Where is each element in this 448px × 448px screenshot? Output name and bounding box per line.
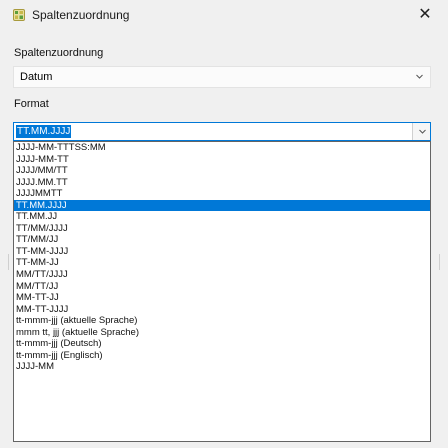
format-combobox-value[interactable]: TT.MM.JJJJ — [16, 125, 72, 138]
panel-edge-right — [439, 254, 440, 270]
column-select-value: Datum — [20, 71, 53, 83]
list-item[interactable]: JJJJMMTT — [14, 188, 430, 200]
list-item[interactable]: TT-MM-JJ — [14, 257, 430, 269]
panel-edge-left — [8, 254, 9, 270]
list-item[interactable]: tt-mmm-jjj (Englisch) — [14, 350, 430, 362]
format-combobox[interactable]: TT.MM.JJJJ — [13, 122, 431, 141]
close-button[interactable]: ✕ — [402, 0, 448, 30]
list-item[interactable]: MM/TT/JJ — [14, 281, 430, 293]
list-item[interactable]: tt-mmm-jjj (Deutsch) — [14, 338, 430, 350]
window-title: Spaltenzuordnung — [32, 8, 130, 22]
list-item[interactable]: MM-TT-JJJJ — [14, 304, 430, 316]
list-item-selected[interactable]: TT.MM.JJJJ — [14, 199, 430, 212]
list-item[interactable]: MM-TT-JJ — [14, 292, 430, 304]
section-label: Spaltenzuordnung — [14, 47, 104, 59]
chevron-down-icon — [416, 74, 423, 79]
list-item[interactable]: tt-mmm-jjj (aktuelle Sprache) — [14, 315, 430, 327]
list-item[interactable]: mmm tt, jjj (aktuelle Sprache) — [14, 327, 430, 339]
grid-app-icon — [13, 9, 25, 21]
list-item[interactable]: TT/MM/JJJJ — [14, 223, 430, 235]
list-item[interactable]: TT-MM-JJJJ — [14, 246, 430, 258]
list-item[interactable]: JJJJ-MM-TT — [14, 154, 430, 166]
list-item[interactable]: JJJJ-MM — [14, 361, 430, 373]
format-dropdown-list[interactable]: JJJJ-MM-TTTSS:MM JJJJ-MM-TT JJJJ/MM/TT J… — [13, 141, 431, 442]
list-item[interactable]: TT.MM.JJ — [14, 211, 430, 223]
chevron-down-icon — [419, 129, 426, 134]
list-item[interactable]: JJJJ/MM/TT — [14, 165, 430, 177]
format-dropdown-button[interactable] — [412, 123, 430, 140]
format-label: Format — [14, 98, 49, 110]
list-item[interactable]: TT/MM/JJ — [14, 234, 430, 246]
column-select[interactable]: Datum — [13, 66, 431, 88]
list-item[interactable]: JJJJ-MM-TTTSS:MM — [14, 142, 430, 154]
list-item[interactable]: JJJJ.MM.TT — [14, 177, 430, 189]
list-item[interactable]: MM/TT/JJJJ — [14, 269, 430, 281]
title-bar: Spaltenzuordnung ✕ — [0, 0, 448, 30]
